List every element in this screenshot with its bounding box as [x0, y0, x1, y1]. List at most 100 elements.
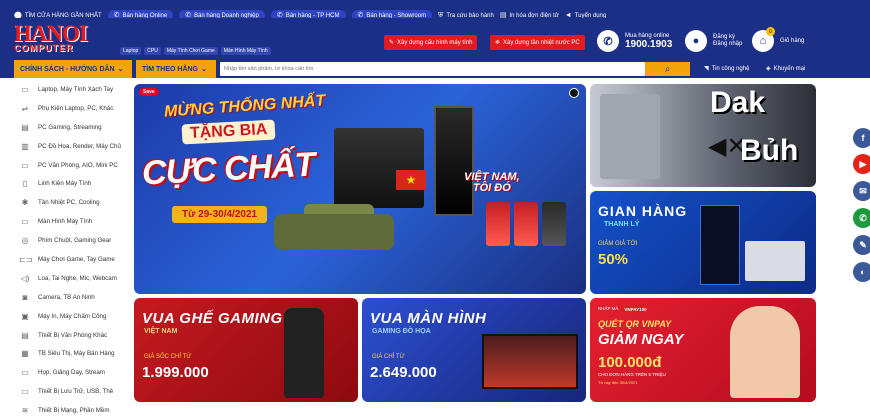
build-pc-button[interactable]: ✎ Xây dựng cấu hình máy tính [384, 35, 478, 50]
sidebar-item-label: Camera, TB An Ninh [38, 293, 95, 301]
quick-link-monitor[interactable]: Màn Hình Máy Tính [220, 47, 271, 55]
sidebar-item-label: Laptop, Máy Tính Xách Tay [38, 85, 114, 93]
camera-icon: ◙ [22, 292, 28, 302]
sidebar-item[interactable]: ◁) Loa, Tai Nghe, Mic, Webcam [14, 269, 132, 288]
promo-link[interactable]: ◈ Khuyến mại [766, 65, 805, 73]
model-image [730, 306, 800, 398]
cart-count-badge: 0 [766, 27, 775, 36]
banner-title: CỰC CHẤT [141, 145, 316, 193]
sidebar-item[interactable]: ▯ Linh Kiện Máy Tính [14, 174, 132, 193]
storage-icon: ▭ [21, 387, 29, 397]
sidebar-item[interactable]: ▥ PC Đồ Họa, Render, Máy Chủ [14, 137, 132, 156]
vnpay-banner[interactable]: NHẬP MÃ VNPAY100 QUÉT QR VNPAY GIẢM NGAY … [590, 298, 816, 402]
server-icon: ▥ [21, 141, 29, 151]
pos-icon: ▦ [21, 349, 29, 359]
sidebar-item-label: Tản Nhiệt PC, Cooling [38, 199, 100, 207]
dak-buh-banner[interactable]: Dak ◀✕ Bủh [590, 84, 816, 187]
sidebar-item[interactable]: ▭ Laptop, Máy Tính Xách Tay [14, 80, 132, 99]
cart[interactable]: ⌂ 0 Giỏ hàng [752, 27, 804, 52]
brand-dropdown[interactable]: TÌM THEO HÃNG ⌄ [136, 60, 216, 78]
speaker-icon: ◁) [20, 273, 30, 283]
banner-slogan: VIỆT NAM, TÔI ĐÓ [464, 171, 520, 194]
sidebar-item-label: PC Văn Phòng, AIO, Mini PC [38, 161, 118, 169]
sidebar-item[interactable]: ▭ Thiết Bị Lưu Trữ, USB, Thẻ [14, 382, 132, 401]
logo[interactable]: HANOI COMPUTER [14, 22, 90, 54]
account[interactable]: ● Đăng ký Đăng nhập [685, 30, 742, 52]
desktop-icon: ▤ [21, 122, 29, 132]
sidebar-item[interactable]: ▤ PC Gaming, Streaming [14, 118, 132, 137]
chair-image [284, 308, 324, 398]
pinterest-save-button[interactable]: Save [139, 88, 159, 96]
office-icon: ▤ [21, 330, 29, 340]
sidebar-item[interactable]: ⇌ Phụ Kiện Laptop, PC, Khác [14, 99, 132, 118]
pc-image [334, 128, 424, 208]
printer-image [745, 241, 805, 281]
search-input[interactable] [220, 62, 645, 76]
printer-icon: ▣ [21, 311, 29, 321]
sidebar-item[interactable]: ≋ Thiết Bị Mạng, Phần Mềm [14, 401, 132, 420]
category-sidebar: ▭ Laptop, Máy Tính Xách Tay ⇌ Phụ Kiện Lapt… [14, 80, 132, 415]
build-cooling-button[interactable]: ❄ Xây dựng tản nhiệt nước PC [490, 35, 585, 50]
sidebar-item-label: TB Siêu Thị, Máy Bán Hàng [38, 350, 115, 358]
sidebar-item-label: PC Đồ Họa, Render, Máy Chủ [38, 142, 121, 150]
sidebar-item[interactable]: ▭ PC Văn Phòng, AIO, Mini PC [14, 156, 132, 175]
search-button[interactable]: ⌕ [645, 62, 690, 76]
sidebar-item-label: Máy Chơi Game, Tay Game [38, 255, 115, 263]
sidebar-item-label: Linh Kiện Máy Tính [38, 180, 92, 188]
pc-case-image [700, 205, 740, 285]
monitor-image [482, 334, 578, 389]
register-link[interactable]: Đăng ký [713, 34, 742, 41]
sidebar-item[interactable]: ▭ Màn Hình Máy Tính [14, 212, 132, 231]
policy-dropdown[interactable]: CHÍNH SÁCH - HƯỚNG DẪN ⌄ [14, 60, 132, 78]
sidebar-item[interactable]: ▭ Họp, Giảng Dạy, Stream [14, 363, 132, 382]
beer-can-image [514, 202, 538, 246]
mouse-icon: ◎ [21, 236, 29, 246]
main-banner[interactable]: ★ Save MỪNG THỐNG NHẤT TẶNG BIA CỰC CHẤT… [134, 84, 586, 294]
login-link[interactable]: Đăng nhập [713, 41, 742, 48]
cooling-icon: ❄ [495, 40, 501, 46]
monitor-icon: ▭ [21, 217, 29, 227]
sidebar-item[interactable]: ▦ TB Siêu Thị, Máy Bán Hàng [14, 344, 132, 363]
sidebar-item[interactable]: ✱ Tản Nhiệt PC, Cooling [14, 193, 132, 212]
sidebar-item-label: Loa, Tai Nghe, Mic, Webcam [38, 274, 117, 282]
hotline[interactable]: ✆ Mua hàng online 1900.1903 [597, 30, 672, 52]
phone-icon[interactable]: ✆ [853, 208, 870, 228]
sidebar-item-label: Thiết Bị Mạng, Phần Mềm [38, 407, 110, 415]
laptop-icon: ▭ [21, 84, 29, 94]
sidebar-item-label: Phím Chuột, Gaming Gear [38, 237, 112, 245]
clearance-banner[interactable]: GIAN HÀNG THANH LÝ GIẢM GIÁ TỚI 50% [590, 191, 816, 294]
beer-can-image [486, 202, 510, 246]
phone-icon: ✆ [597, 30, 619, 52]
qr-lens-icon[interactable] [569, 88, 579, 98]
youtube-icon[interactable]: ▶ [853, 154, 870, 174]
sidebar-item[interactable]: ◎ Phím Chuột, Gaming Gear [14, 231, 132, 250]
chevron-down-icon: ⌄ [201, 66, 207, 73]
fan-icon: ✱ [21, 198, 29, 208]
beer-can-image [542, 202, 566, 246]
monitor-icon: ▭ [21, 160, 29, 170]
component-icon: ▯ [22, 179, 28, 189]
pc-build-image [600, 94, 660, 179]
quick-link-cpu[interactable]: CPU [144, 47, 161, 55]
sidebar-item[interactable]: ◙ Camera, TB An Ninh [14, 288, 132, 307]
quick-link-laptop[interactable]: Laptop [120, 47, 142, 55]
monitor-banner[interactable]: VUA MÀN HÌNH GAMING ĐỒ HỌA GIÁ CHỈ TỪ 2.… [362, 298, 586, 402]
sidebar-item[interactable]: ▣ Máy In, Máy Chấm Công [14, 307, 132, 326]
banner-dates: Từ 29-30/4/2021 [172, 206, 268, 223]
tag-icon: ◈ [766, 66, 771, 72]
banner-headline: MỪNG THỐNG NHẤT [163, 92, 326, 121]
quick-link-gaming-pc[interactable]: Máy Tính Chơi Game [163, 47, 218, 55]
tech-news-link[interactable]: ◥ Tin công nghệ [704, 65, 749, 73]
tools-icon[interactable]: ✎ [853, 235, 870, 255]
gaming-chair-banner[interactable]: VUA GHẾ GAMING VIỆT NAM GIÁ SỐC CHỈ TỪ 1… [134, 298, 358, 402]
facebook-icon[interactable]: f [853, 128, 870, 148]
email-icon[interactable]: ✉ [853, 181, 870, 201]
sidebar-item[interactable]: ⊏⊐ Máy Chơi Game, Tay Game [14, 250, 132, 269]
wifi-icon: ≋ [21, 406, 29, 416]
sidebar-item-label: Màn Hình Máy Tính [38, 218, 93, 226]
user-icon: ● [685, 30, 707, 52]
sidebar-item-label: Thiết Bị Văn Phòng Khác [38, 331, 108, 339]
sidebar-item[interactable]: ▤ Thiết Bị Văn Phòng Khác [14, 326, 132, 345]
messenger-icon[interactable]: ◐ [853, 262, 870, 282]
gamepad-icon: ⊏⊐ [19, 254, 33, 264]
